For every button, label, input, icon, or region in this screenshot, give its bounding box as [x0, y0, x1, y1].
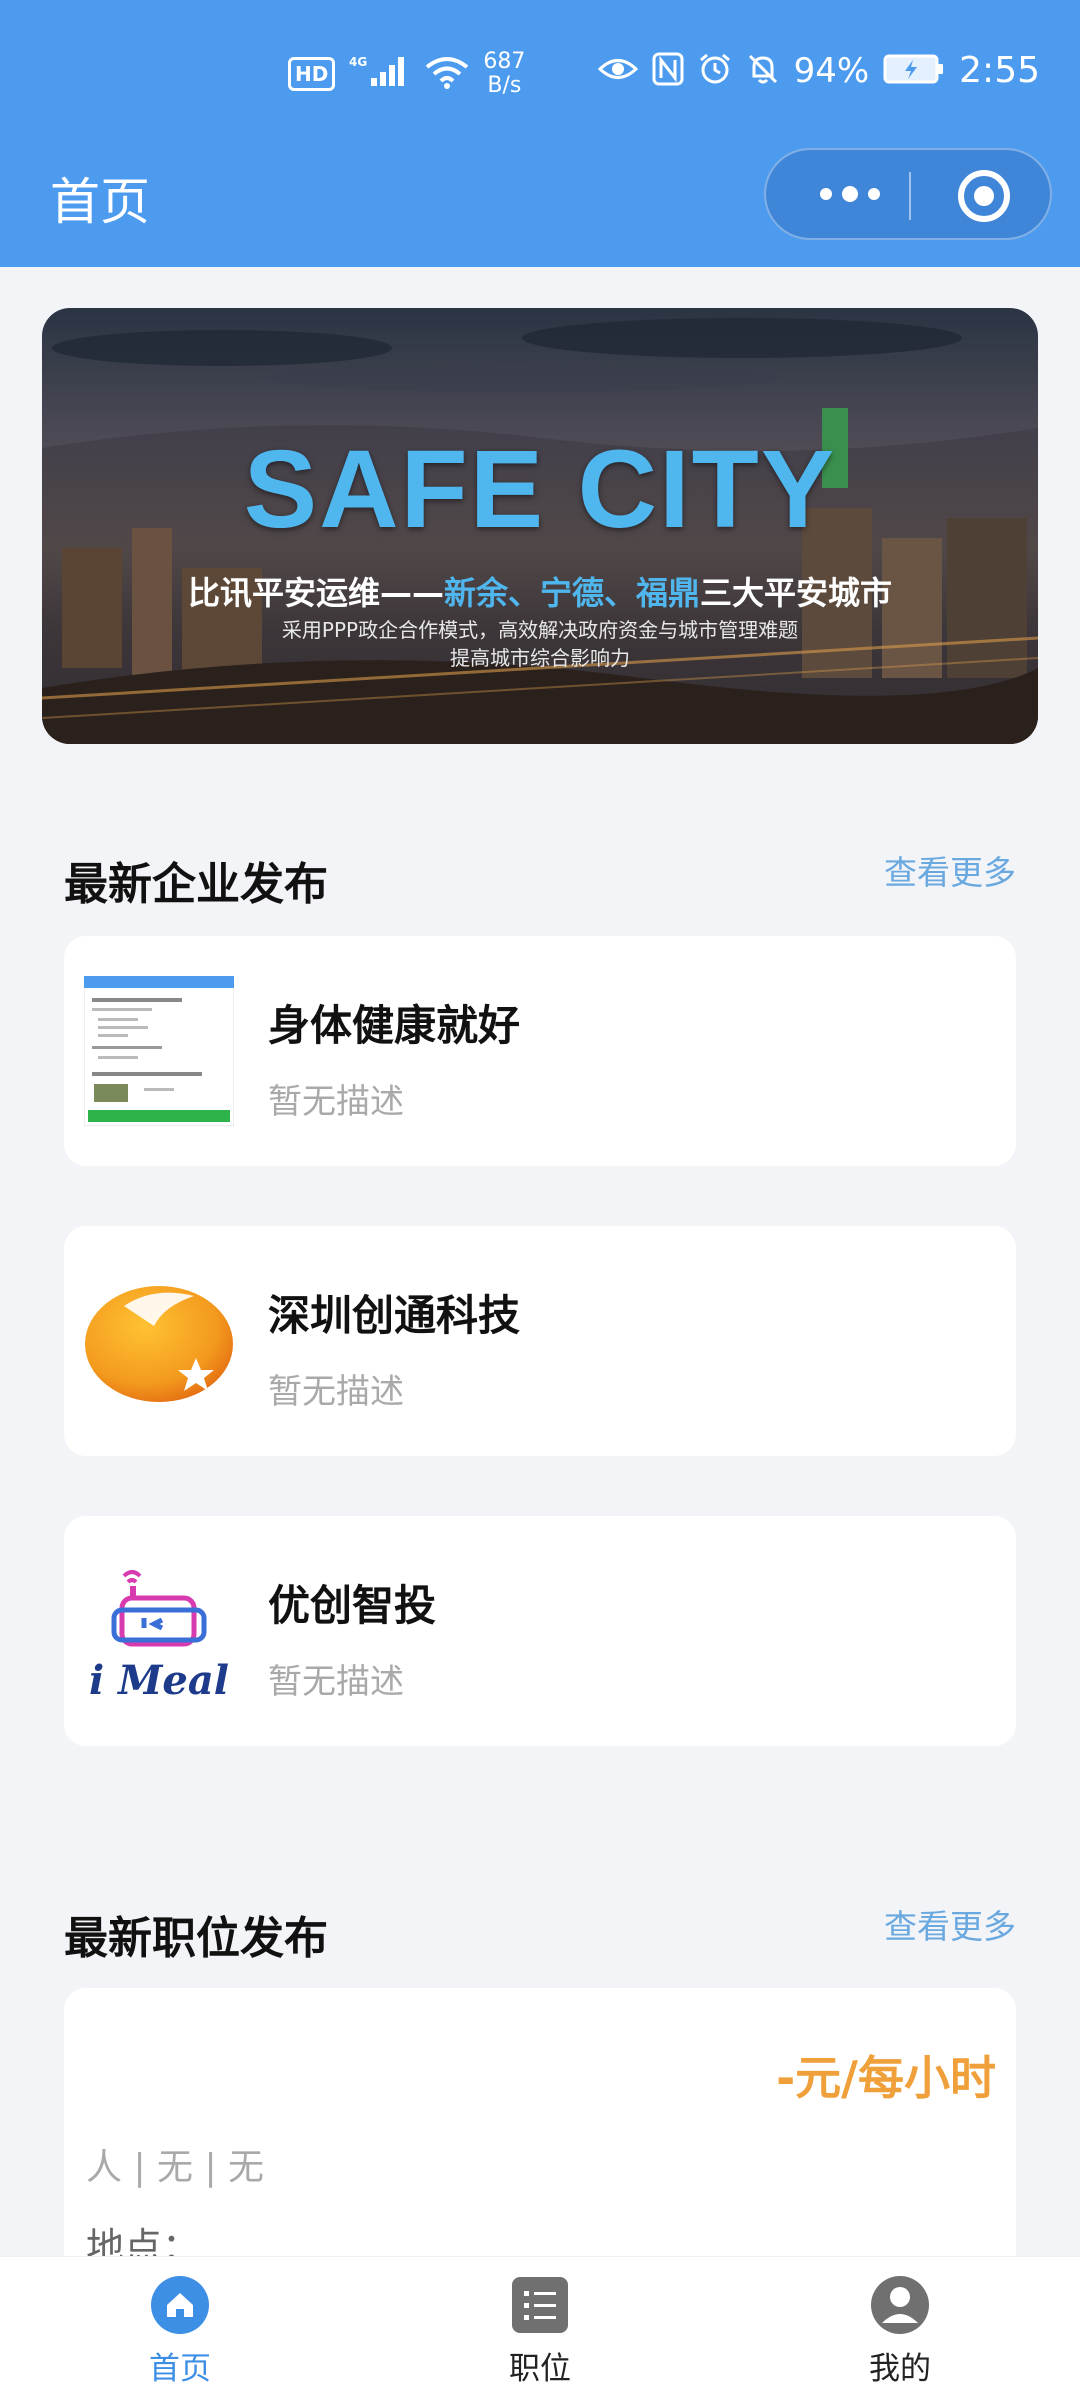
network-speed-value: 687	[483, 49, 526, 74]
company-description: 暂无描述	[268, 1082, 404, 1122]
orange-star-logo	[84, 1266, 234, 1416]
companies-section-title: 最新企业发布	[64, 859, 328, 910]
tab-home-label: 首页	[149, 2351, 211, 2387]
jobs-view-more-link[interactable]: 查看更多	[884, 1900, 1016, 1948]
company-card[interactable]: 深圳创通科技 暂无描述	[64, 1226, 1016, 1456]
top-bar: HD 4G 687 B/s 94% 2:55 首页	[0, 0, 1080, 267]
signal-icon: 4G	[349, 54, 411, 94]
imeal-logo: i Meal	[84, 1556, 234, 1706]
mini-program-capsule	[764, 148, 1052, 240]
close-target-icon[interactable]	[958, 170, 1010, 222]
clock: 2:55	[959, 50, 1040, 91]
nfc-icon	[652, 52, 684, 90]
network-type-label: 4G	[349, 55, 367, 69]
banner-subtitle-2: 提高城市综合影响力	[450, 646, 630, 670]
banner-title: SAFE CITY	[243, 428, 837, 551]
status-left: HD 4G 687 B/s	[288, 50, 525, 98]
company-card[interactable]: 身体健康就好 暂无描述	[64, 936, 1016, 1166]
banner-headline-prefix: 比讯平安运维——	[187, 574, 444, 612]
imeal-logo-text: i Meal	[89, 1657, 229, 1704]
promo-banner[interactable]: SAFE CITY 比讯平安运维——新余、宁德、福鼎三大平安城市 采用PPP政企…	[42, 308, 1038, 744]
battery-charging-icon	[883, 53, 945, 89]
list-icon	[510, 2275, 570, 2335]
page-title: 首页	[50, 173, 150, 231]
banner-subtitle-1: 采用PPP政企合作模式，高效解决政府资金与城市管理难题	[281, 618, 799, 642]
company-thumbnail	[83, 975, 235, 1127]
wifi-icon	[425, 55, 469, 93]
bottom-tab-bar: 首页 职位 我的	[0, 2256, 1080, 2400]
banner-headline: 比讯平安运维——新余、宁德、福鼎三大平安城市	[42, 568, 1038, 614]
job-salary: -元/每小时	[776, 2051, 996, 2105]
capsule-divider	[909, 172, 911, 220]
battery-percent: 94%	[793, 50, 870, 91]
company-name: 身体健康就好	[268, 1001, 521, 1050]
tab-jobs[interactable]: 职位	[460, 2275, 620, 2388]
company-name: 优创智投	[268, 1581, 437, 1630]
company-description: 暂无描述	[268, 1372, 404, 1412]
tab-home[interactable]: 首页	[100, 2275, 260, 2388]
user-icon	[870, 2275, 930, 2335]
tab-profile[interactable]: 我的	[820, 2275, 980, 2388]
status-bar: HD 4G 687 B/s 94% 2:55	[0, 40, 1080, 120]
alarm-icon	[698, 52, 732, 90]
eye-icon	[597, 54, 638, 88]
company-name: 深圳创通科技	[268, 1291, 521, 1340]
company-description: 暂无描述	[268, 1662, 404, 1702]
network-speed: 687 B/s	[483, 50, 525, 98]
status-right: 94% 2:55	[597, 50, 1040, 91]
tab-jobs-label: 职位	[509, 2351, 571, 2387]
job-meta: 人 | 无 | 无	[86, 2147, 265, 2188]
home-icon	[150, 2275, 210, 2335]
hd-badge: HD	[288, 57, 336, 91]
banner-headline-highlight: 新余、宁德、福鼎	[443, 574, 700, 612]
more-icon[interactable]	[806, 174, 894, 214]
bell-off-icon	[746, 52, 780, 90]
banner-headline-suffix: 三大平安城市	[700, 574, 893, 612]
jobs-section-title: 最新职位发布	[64, 1913, 328, 1964]
tab-profile-label: 我的	[869, 2351, 931, 2387]
companies-view-more-link[interactable]: 查看更多	[884, 846, 1016, 894]
network-speed-unit: B/s	[487, 73, 522, 98]
company-card[interactable]: i Meal 优创智投 暂无描述	[64, 1516, 1016, 1746]
